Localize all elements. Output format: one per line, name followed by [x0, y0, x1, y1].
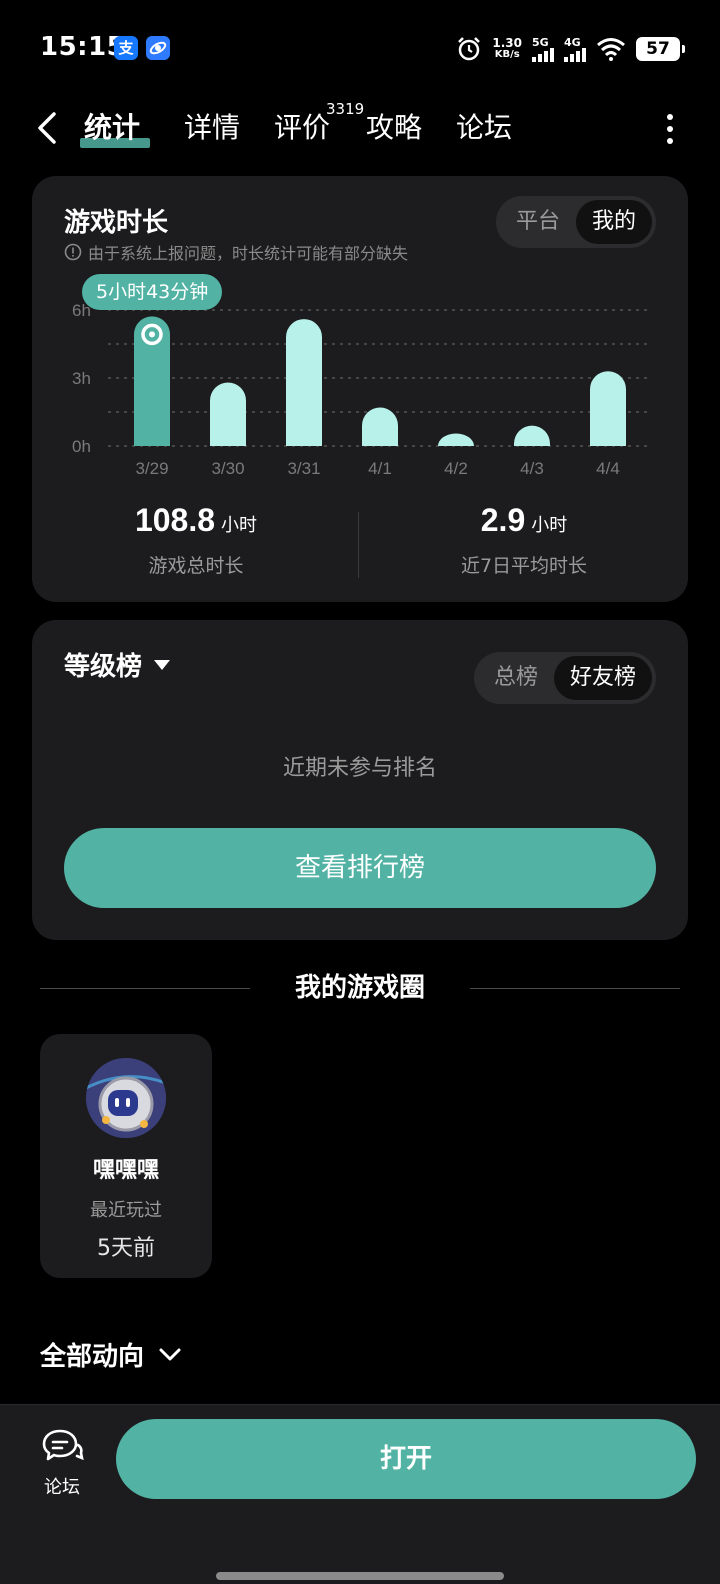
tab-forum[interactable]: 论坛	[456, 108, 512, 148]
x-tick-label: 4/4	[596, 459, 620, 478]
ranking-card: 等级榜 总榜 好友榜 近期未参与排名 查看排行榜	[32, 620, 688, 940]
avg-playtime-stat: 2.9 小时 近7日平均时长	[360, 502, 688, 578]
playtime-source-toggle: 平台 我的	[495, 196, 656, 248]
game-name: 嘿嘿嘿	[92, 1158, 159, 1183]
caret-down-icon	[154, 659, 171, 670]
toggle-mine[interactable]: 我的	[575, 200, 652, 244]
net-speed: 1.30 KB/s	[492, 36, 522, 60]
browser-icon	[146, 36, 170, 60]
total-playtime-unit: 小时	[221, 515, 258, 536]
x-tick-label: 4/2	[444, 459, 468, 478]
game-circle-title: 我的游戏圈	[294, 973, 425, 1003]
last-played-time: 5天前	[97, 1236, 155, 1261]
bar-tooltip: 5小时43分钟	[82, 274, 223, 310]
status-time: 15:15	[40, 32, 126, 62]
total-playtime-label: 游戏总时长	[148, 555, 244, 577]
x-tick-label: 3/30	[211, 459, 244, 478]
ranking-scope-toggle: 总榜 好友榜	[473, 652, 656, 704]
tab-guides[interactable]: 攻略	[366, 108, 422, 148]
toggle-platform[interactable]: 平台	[500, 200, 576, 244]
review-count-badge: 3319	[326, 100, 365, 118]
home-indicator[interactable]	[216, 1572, 504, 1580]
forum-icon[interactable]	[40, 1427, 84, 1467]
selected-bar-marker-dot	[149, 331, 155, 338]
view-leaderboard-button[interactable]: 查看排行榜	[64, 828, 656, 908]
toggle-overall[interactable]: 总榜	[478, 656, 554, 700]
tab-reviews[interactable]: 评价	[274, 108, 330, 148]
chart-bar-3/30[interactable]	[210, 382, 246, 446]
ranking-empty-text: 近期未参与排名	[282, 756, 437, 781]
game-avatar	[86, 1058, 166, 1138]
game-circle-header: 我的游戏圈	[0, 968, 720, 1008]
y-tick-label: 0h	[72, 437, 91, 456]
status-bar: 15:15 支 1.30 KB/s 5G 4G 57	[0, 0, 720, 96]
info-icon	[64, 243, 82, 261]
alarm-icon	[458, 37, 481, 61]
total-playtime-value: 108.8	[134, 502, 216, 538]
all-activity-dropdown[interactable]: 全部动向	[40, 1336, 182, 1373]
more-options-icon[interactable]	[664, 114, 676, 144]
battery-icon: 57	[636, 37, 685, 61]
chart-bar-4/2[interactable]	[438, 433, 474, 446]
forum-label[interactable]: 论坛	[44, 1473, 80, 1499]
avg-playtime-value: 2.9	[480, 502, 526, 538]
chart-bar-4/1[interactable]	[362, 407, 398, 446]
top-nav: 统计 详情 评价 3319 攻略 论坛	[0, 96, 720, 160]
chart-bar-4/3[interactable]	[514, 425, 550, 446]
playtime-card: 游戏时长 平台 我的 由于系统上报问题，时长统计可能有部分缺失 6h 3h 0h 3/…	[32, 176, 688, 602]
chevron-down-icon	[159, 1348, 181, 1360]
avg-playtime-label: 近7日平均时长	[460, 555, 588, 577]
tab-details[interactable]: 详情	[184, 108, 240, 148]
data-missing-note: 由于系统上报问题，时长统计可能有部分缺失	[64, 240, 408, 264]
back-arrow-icon[interactable]	[30, 108, 70, 148]
playtime-title: 游戏时长	[64, 208, 169, 238]
alipay-icon: 支	[114, 36, 138, 60]
x-tick-label: 3/29	[135, 459, 168, 478]
wifi-icon	[597, 38, 625, 61]
recently-played-label: 最近玩过	[90, 1200, 162, 1221]
bottom-action-bar: 论坛 打开	[0, 1404, 720, 1584]
ranking-title-dropdown[interactable]: 等级榜	[64, 646, 172, 683]
signal-5g-icon: 5G	[532, 37, 554, 62]
x-tick-label: 3/31	[287, 459, 320, 478]
x-tick-label: 4/3	[520, 459, 544, 478]
game-circle-card[interactable]: 嘿嘿嘿 最近玩过 5天前	[40, 1034, 212, 1278]
x-tick-label: 4/1	[368, 459, 392, 478]
chart-bar-4/4[interactable]	[590, 371, 626, 446]
toggle-friends[interactable]: 好友榜	[553, 656, 652, 700]
total-playtime-stat: 108.8 小时 游戏总时长	[32, 502, 360, 578]
signal-4g-icon: 4G	[564, 37, 586, 62]
stat-divider	[358, 512, 359, 578]
chart-bar-3/31[interactable]	[286, 319, 322, 446]
y-tick-label: 3h	[72, 369, 91, 388]
avg-playtime-unit: 小时	[531, 515, 568, 536]
tab-stats[interactable]: 统计	[84, 108, 140, 148]
open-game-button[interactable]: 打开	[116, 1419, 696, 1499]
